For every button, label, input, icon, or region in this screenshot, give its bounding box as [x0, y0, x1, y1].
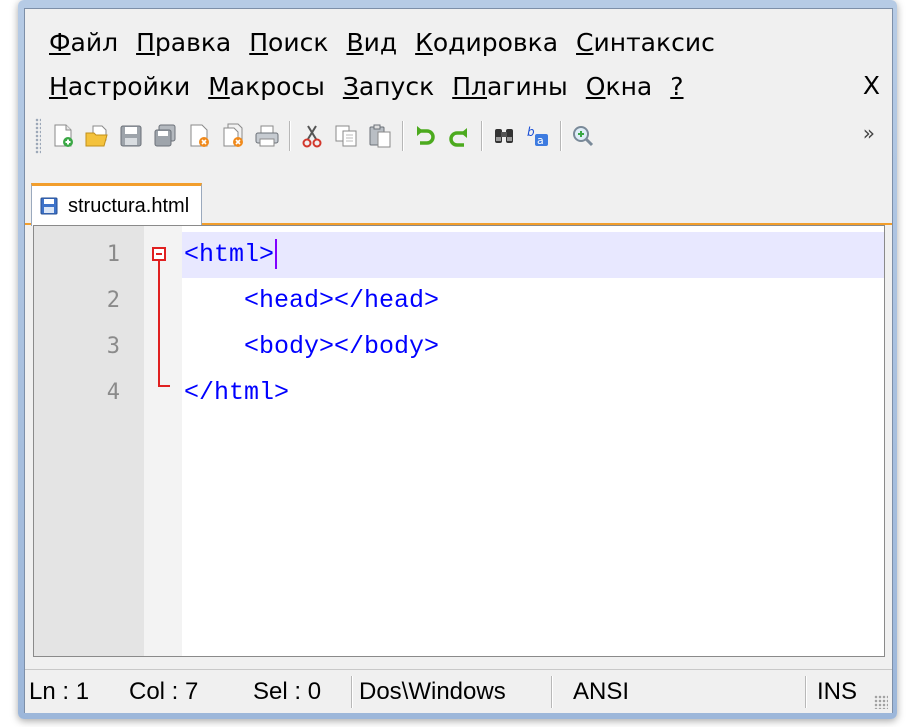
redo-icon — [449, 128, 467, 147]
copy-button[interactable] — [332, 122, 360, 150]
status-bar: Ln : 1 Col : 7 Sel : 0 Dos\Windows ANSI … — [25, 669, 892, 713]
text-caret — [275, 239, 278, 270]
menu-encoding[interactable]: Кодировка — [415, 28, 558, 57]
toolbar-grip[interactable] — [35, 118, 41, 154]
fold-collapse-icon[interactable] — [152, 247, 166, 261]
tab-label: structura.html — [68, 194, 190, 217]
close-document-button[interactable]: X — [863, 67, 880, 105]
menu-row-2: Настройки Макросы Запуск Плагины Окна ? — [49, 67, 702, 105]
status-divider — [805, 676, 807, 708]
menu-row-1: Файл Правка Поиск Вид Кодировка Синтакси… — [49, 23, 733, 61]
redo-button[interactable] — [445, 122, 473, 150]
status-line: Ln : 1 — [29, 678, 90, 705]
menu-plugins[interactable]: Плагины — [452, 72, 568, 101]
window-client: Файл Правка Поиск Вид Кодировка Синтакси… — [24, 8, 893, 713]
line-number: 2 — [106, 288, 120, 313]
code-text: <body></body> — [184, 332, 440, 361]
open-file-icon — [85, 125, 108, 147]
paste-icon — [369, 124, 391, 148]
status-eol-format: Dos\Windows — [359, 678, 506, 705]
saved-file-icon — [40, 197, 58, 215]
status-encoding: ANSI — [573, 678, 630, 705]
fold-guide-end — [158, 385, 170, 387]
svg-text:a: a — [537, 134, 544, 147]
tab-structura-html[interactable]: structura.html — [31, 183, 203, 226]
code-text: </html> — [184, 378, 290, 407]
undo-icon — [417, 126, 435, 145]
save-button[interactable] — [117, 122, 145, 150]
zoom-in-button[interactable] — [569, 122, 597, 150]
new-file-button[interactable] — [49, 122, 77, 150]
close-button[interactable] — [185, 122, 213, 150]
toolbar-separator — [402, 121, 404, 151]
toolbar-overflow-chevron-icon[interactable]: » — [863, 121, 875, 145]
close-icon — [190, 124, 209, 147]
save-all-button[interactable] — [151, 122, 179, 150]
toolbar-separator — [289, 121, 291, 151]
tab-bar: structura.html — [25, 179, 892, 226]
print-icon — [255, 125, 279, 147]
fold-guide-line — [158, 261, 160, 385]
menu-macros[interactable]: Макросы — [208, 72, 325, 101]
status-divider — [551, 676, 553, 708]
line-number: 4 — [106, 380, 120, 405]
code-line[interactable]: 3 <body></body> — [34, 324, 884, 370]
paste-button[interactable] — [366, 122, 394, 150]
status-selection: Sel : 0 — [253, 678, 322, 705]
toolbar-separator — [560, 121, 562, 151]
print-button[interactable] — [253, 122, 281, 150]
status-insert-mode[interactable]: INS — [817, 670, 857, 713]
close-all-button[interactable] — [219, 122, 247, 150]
app-window: Файл Правка Поиск Вид Кодировка Синтакси… — [18, 0, 897, 719]
open-file-button[interactable] — [83, 122, 111, 150]
code-text: <head></head> — [184, 286, 440, 315]
menu-edit[interactable]: Правка — [136, 28, 231, 57]
menu-help[interactable]: ? — [670, 72, 683, 101]
menu-view[interactable]: Вид — [346, 28, 397, 57]
zoom-in-icon — [573, 126, 594, 147]
find-button[interactable] — [490, 122, 518, 150]
menu-settings[interactable]: Настройки — [49, 72, 190, 101]
menu-syntax[interactable]: Синтаксис — [576, 28, 715, 57]
find-icon — [495, 129, 513, 143]
menu-bar: Файл Правка Поиск Вид Кодировка Синтакси… — [25, 23, 892, 107]
new-file-icon — [54, 124, 73, 147]
copy-icon — [335, 125, 357, 147]
code-line[interactable]: 4 </html> — [34, 370, 884, 416]
status-column: Col : 7 — [129, 678, 199, 705]
status-divider — [351, 676, 353, 708]
cut-icon — [302, 125, 322, 148]
code-text: <html> — [184, 232, 278, 278]
code-editor[interactable]: 1 <html> 2 <head></head> 3 <body></body>… — [33, 225, 885, 657]
replace-button[interactable]: ba — [524, 122, 552, 150]
cut-button[interactable] — [298, 122, 326, 150]
save-all-icon — [154, 124, 176, 147]
toolbar-separator — [481, 121, 483, 151]
menu-windows[interactable]: Окна — [586, 72, 652, 101]
menu-run[interactable]: Запуск — [343, 72, 434, 101]
save-icon — [120, 125, 142, 147]
svg-text:b: b — [527, 125, 535, 139]
line-number: 3 — [106, 334, 120, 359]
toolbar: ba » — [35, 113, 881, 159]
resize-grip-icon[interactable] — [874, 695, 888, 709]
undo-button[interactable] — [411, 122, 439, 150]
close-all-icon — [223, 123, 243, 147]
menu-file[interactable]: Файл — [49, 28, 118, 57]
code-line[interactable]: 2 <head></head> — [34, 278, 884, 324]
replace-icon: ba — [527, 125, 548, 147]
line-number: 1 — [106, 242, 120, 267]
menu-search[interactable]: Поиск — [249, 28, 328, 57]
